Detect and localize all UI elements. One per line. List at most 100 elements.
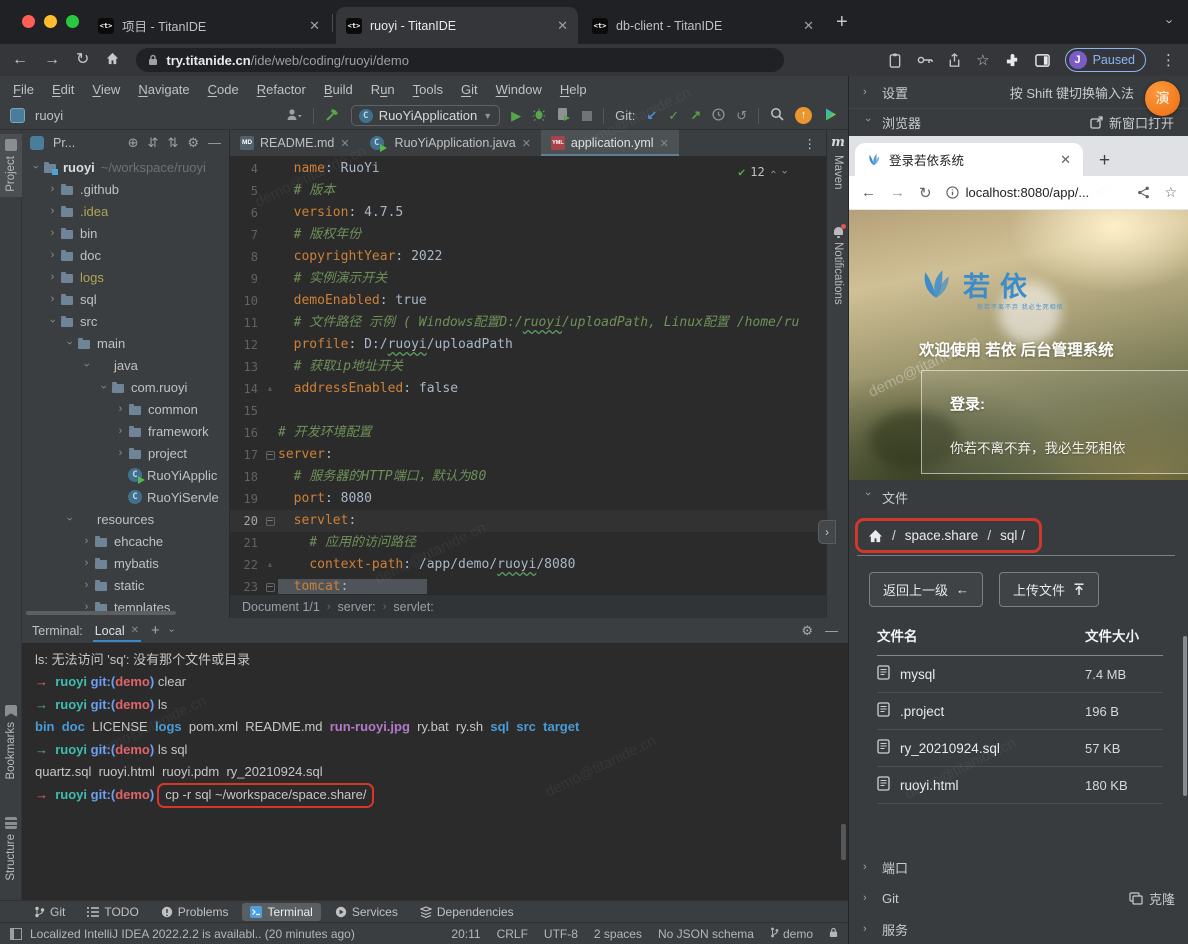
menu-item-window[interactable]: Window xyxy=(487,79,551,100)
file-row-mysql[interactable]: mysql7.4 MB xyxy=(877,656,1163,693)
tree-item-resources[interactable]: ›resources xyxy=(22,508,229,530)
code-line-16[interactable]: 16# 开发环境配置 xyxy=(230,422,826,444)
code-line-5[interactable]: 5 # 版本 xyxy=(230,180,826,202)
tab-search-icon[interactable]: › xyxy=(1162,19,1177,23)
editor-tab-RuoYiApplication-java[interactable]: CRuoYiApplication.java✕ xyxy=(360,130,541,156)
terminal-line[interactable]: → ruoyi git:(demo) ls sql xyxy=(35,739,835,761)
chevron-right-icon[interactable]: › xyxy=(45,227,60,239)
status-message[interactable]: Localized IntelliJ IDEA 2022.2.2 is avai… xyxy=(30,927,355,941)
chevron-right-icon[interactable]: › xyxy=(45,271,60,283)
tool-window-button-terminal[interactable]: Terminal xyxy=(242,903,320,921)
git-push-icon[interactable]: ↗ xyxy=(690,108,701,124)
embedded-url-field[interactable]: localhost:8080/app/... xyxy=(946,185,1124,200)
fold-marker[interactable] xyxy=(262,268,278,290)
tree-item-sql[interactable]: ›sql xyxy=(22,288,229,310)
status-item[interactable]: 20:11 xyxy=(451,927,480,941)
menu-item-help[interactable]: Help xyxy=(551,79,596,100)
panel-settings-gear-icon[interactable]: ⚙ xyxy=(187,135,199,151)
side-panel-icon[interactable] xyxy=(1035,53,1050,68)
tree-item--idea[interactable]: ›.idea xyxy=(22,200,229,222)
section-services[interactable]: › 服务 xyxy=(849,913,1188,944)
code-line-6[interactable]: 6 version: 4.7.5 xyxy=(230,202,826,224)
back-parent-button[interactable]: 返回上一级 ← xyxy=(869,572,983,607)
chevron-right-icon[interactable]: › xyxy=(79,535,94,547)
code-line-21[interactable]: 21 # 应用的访问路径 xyxy=(230,532,826,554)
tree-item-project[interactable]: ›project xyxy=(22,442,229,464)
menu-item-edit[interactable]: Edit xyxy=(43,79,83,100)
tree-item-mybatis[interactable]: ›mybatis xyxy=(22,552,229,574)
terminal-line[interactable]: → ruoyi git:(demo) clear xyxy=(35,671,835,693)
breadcrumb-item[interactable]: server: xyxy=(338,600,376,614)
code-line-22[interactable]: 22▵ context-path: /app/demo/ruoyi/8080 xyxy=(230,554,826,576)
fold-marker[interactable]: ▵ xyxy=(262,554,278,576)
home-icon[interactable] xyxy=(868,529,883,543)
code-area[interactable]: ✔ 12 › › 4 name: RuoYi5 # 版本6 version: 4… xyxy=(230,156,826,594)
home-icon[interactable] xyxy=(105,51,120,70)
fold-marker[interactable] xyxy=(262,180,278,202)
fold-marker[interactable] xyxy=(262,422,278,444)
tree-horizontal-scrollbar[interactable] xyxy=(26,611,176,615)
demo-badge[interactable]: 演 xyxy=(1145,81,1180,116)
fold-marker[interactable] xyxy=(262,466,278,488)
chevron-right-icon[interactable]: › xyxy=(45,205,60,217)
close-tab-icon[interactable]: ✕ xyxy=(522,137,531,150)
new-tab-icon[interactable]: + xyxy=(1099,154,1110,168)
section-ports[interactable]: › 端口 xyxy=(849,851,1188,882)
browser-tab-1[interactable]: <t> 项目 - TitanIDE ✕ xyxy=(88,7,330,44)
bookmark-star-icon[interactable]: ☆ xyxy=(976,51,989,69)
chevron-down-icon[interactable]: › xyxy=(64,512,76,527)
menu-item-view[interactable]: View xyxy=(83,79,129,100)
code-line-23[interactable]: 23– tomcat: xyxy=(230,576,826,594)
terminal-line[interactable]: ls: 无法访问 'sq': 没有那个文件或目录 xyxy=(35,649,835,671)
crumb-sql[interactable]: sql / xyxy=(1000,528,1025,543)
chevron-right-icon[interactable]: › xyxy=(113,447,128,459)
section-files[interactable]: › 文件 xyxy=(849,482,1188,512)
chevron-down-icon[interactable]: › xyxy=(30,160,42,175)
close-tab-icon[interactable]: ✕ xyxy=(803,18,814,34)
tree-item-common[interactable]: ›common xyxy=(22,398,229,420)
fold-marker[interactable] xyxy=(262,356,278,378)
tree-item--github[interactable]: ›.github xyxy=(22,178,229,200)
tree-item-src[interactable]: ›src xyxy=(22,310,229,332)
status-item[interactable]: No JSON schema xyxy=(658,927,754,941)
tool-button-project[interactable]: Project xyxy=(0,134,22,197)
maximize-window-button[interactable] xyxy=(66,15,79,28)
titanide-run-icon[interactable] xyxy=(823,107,838,125)
tree-item-ruoyiservle[interactable]: CRuoYiServle xyxy=(22,486,229,508)
tree-item-bin[interactable]: ›bin xyxy=(22,222,229,244)
inspections-widget[interactable]: ✔ 12 › › xyxy=(738,161,788,183)
code-line-12[interactable]: 12 profile: D:/ruoyi/uploadPath xyxy=(230,334,826,356)
breadcrumb-item[interactable]: servlet: xyxy=(393,600,433,614)
fold-marker[interactable] xyxy=(262,400,278,422)
coverage-button[interactable] xyxy=(557,107,571,124)
forward-icon[interactable]: → xyxy=(44,52,60,68)
terminal-tab-local[interactable]: Local ✕ xyxy=(93,620,141,642)
chevron-right-icon[interactable]: › xyxy=(45,249,60,261)
breadcrumb-item[interactable]: Document 1/1 xyxy=(242,600,320,614)
menu-item-git[interactable]: Git xyxy=(452,79,487,100)
section-browser[interactable]: › 浏览器 新窗口打开 xyxy=(849,108,1188,136)
chevron-right-icon[interactable]: › xyxy=(79,579,94,591)
fold-marker[interactable] xyxy=(262,224,278,246)
chevron-right-icon[interactable]: › xyxy=(45,183,60,195)
file-row-ruoyi-html[interactable]: ruoyi.html180 KB xyxy=(877,767,1163,804)
code-line-18[interactable]: 18 # 服务器的HTTP端口，默认为80 xyxy=(230,466,826,488)
close-tab-icon[interactable]: ✕ xyxy=(309,18,320,34)
fold-marker[interactable] xyxy=(262,334,278,356)
tree-item-logs[interactable]: ›logs xyxy=(22,266,229,288)
menu-item-refactor[interactable]: Refactor xyxy=(248,79,315,100)
code-line-19[interactable]: 19 port: 8080 xyxy=(230,488,826,510)
collaborators-icon[interactable] xyxy=(286,108,302,124)
menu-item-navigate[interactable]: Navigate xyxy=(129,79,198,100)
status-git-branch[interactable]: demo xyxy=(770,927,813,941)
upgrade-icon[interactable]: ↑ xyxy=(795,107,812,124)
minimize-window-button[interactable] xyxy=(44,15,57,28)
new-terminal-icon[interactable]: + xyxy=(151,622,160,639)
fold-marker[interactable] xyxy=(262,202,278,224)
clipboard-icon[interactable] xyxy=(888,53,902,68)
tree-item-framework[interactable]: ›framework xyxy=(22,420,229,442)
tool-button-structure[interactable]: Structure xyxy=(0,812,22,886)
expand-all-icon[interactable]: ⇵ xyxy=(148,135,159,151)
tree-item-ehcache[interactable]: ›ehcache xyxy=(22,530,229,552)
file-row-ry-20210924-sql[interactable]: ry_20210924.sql57 KB xyxy=(877,730,1163,767)
